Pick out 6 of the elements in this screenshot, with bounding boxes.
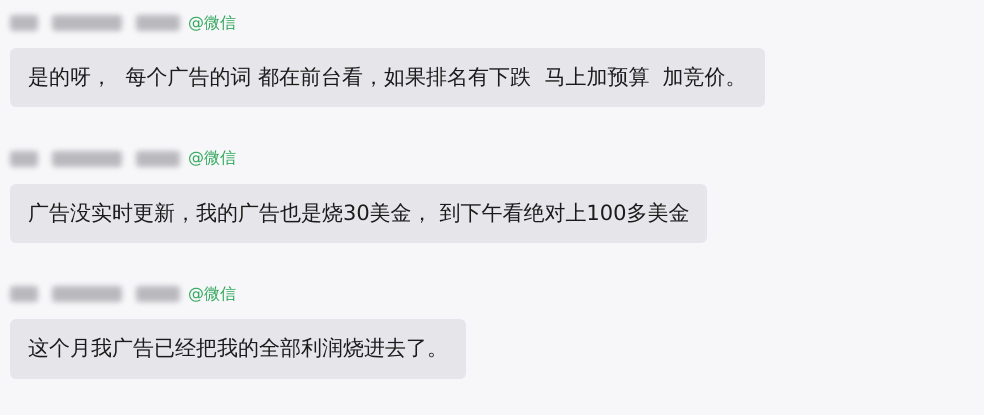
message-source: @微信 bbox=[188, 284, 236, 305]
message-source: @微信 bbox=[188, 12, 236, 34]
message-bubble: 广告没实时更新，我的广告也是烧30美金， 到下午看绝对上100多美金 bbox=[10, 184, 708, 243]
message-bubble: 这个月我广告已经把我的全部利润烧进去了。 bbox=[10, 319, 466, 379]
message-bubble: 是的呀， 每个广告的词 都在前台看，如果排名有下跌 马上加预算 加竞价。 bbox=[10, 48, 765, 108]
message-source: @微信 bbox=[188, 148, 236, 170]
